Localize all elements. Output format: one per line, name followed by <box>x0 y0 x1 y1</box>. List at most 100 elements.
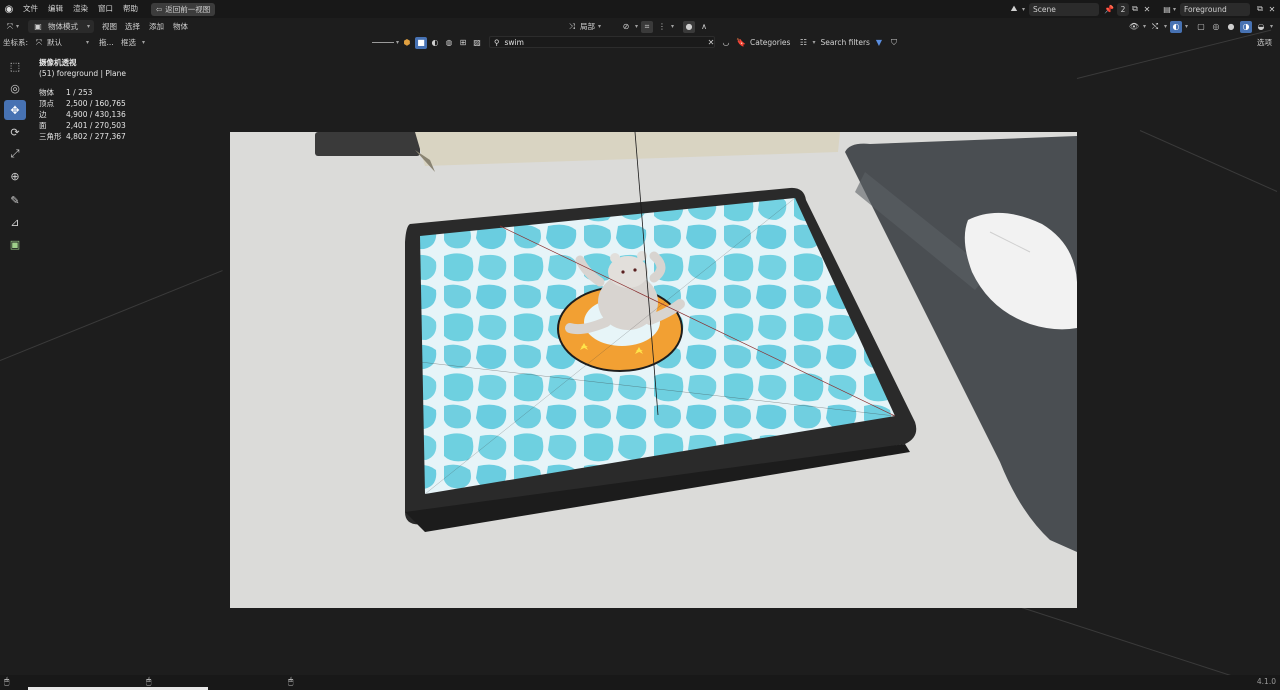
menu-select[interactable]: 选择 <box>125 18 140 35</box>
world-filter-icon[interactable]: ◍ <box>443 37 455 49</box>
proportional-edit-icon[interactable]: ● <box>683 20 696 33</box>
stat-row: 顶点 2,500 / 160,765 <box>39 98 126 109</box>
stat-value: 2,401 / 270,503 <box>66 121 126 130</box>
xray-icon[interactable]: ▢ <box>1195 21 1207 33</box>
menu-view[interactable]: 视图 <box>102 18 117 35</box>
chevron-down-icon[interactable]: ▾ <box>1022 6 1025 13</box>
search-value: swim <box>504 37 524 47</box>
chevron-down-icon[interactable]: ▾ <box>1185 23 1188 30</box>
options-dropdown[interactable]: 选项 <box>1257 35 1272 50</box>
shield-icon[interactable]: ⛉ <box>888 37 900 49</box>
annotate-icon: ✎ <box>10 193 20 207</box>
bookmark-icon[interactable]: 🔖 <box>735 37 747 49</box>
categories-button[interactable]: Categories <box>750 38 790 47</box>
blender-logo-icon[interactable]: ◉ <box>0 0 18 18</box>
stat-key: 顶点 <box>39 99 54 108</box>
move-icon: ✥ <box>10 103 20 117</box>
back-to-previous-button[interactable]: ⇦ 返回前一视图 <box>151 2 216 16</box>
pivot-dropdown[interactable]: ⤨ 局部 ▾ <box>566 18 601 35</box>
select-box-tool[interactable]: ⬚ <box>4 56 26 76</box>
clear-search-icon[interactable]: ✕ <box>705 37 717 49</box>
object-filter-icon[interactable]: ■ <box>415 36 428 49</box>
move-tool[interactable]: ✥ <box>4 100 26 120</box>
camera-view[interactable] <box>230 132 1077 608</box>
editor-type-button[interactable]: ⤧ ▾ <box>4 18 19 35</box>
chevron-down-icon[interactable]: ▾ <box>1143 23 1146 30</box>
pivot-label: 局部 <box>580 22 595 31</box>
search-filters-button[interactable]: Search filters <box>820 38 870 47</box>
gizmo-icon[interactable]: ⤭ <box>1149 21 1161 33</box>
snap-target-icon[interactable]: ⋮ <box>656 21 668 33</box>
transform-tool[interactable]: ⊕ <box>4 166 26 186</box>
solid-shading-icon[interactable]: ● <box>1225 21 1237 33</box>
chevron-down-icon[interactable]: ▾ <box>635 23 638 30</box>
duplicate-scene-icon[interactable]: ⧉ <box>1129 3 1141 15</box>
scene-name-field[interactable]: Scene <box>1028 2 1099 16</box>
coordinate-system-label: 坐标系: <box>3 38 29 47</box>
rotate-tool[interactable]: ⟳ <box>4 122 26 142</box>
asset-type-icon[interactable]: ⬢ <box>401 37 413 49</box>
chevron-down-icon[interactable]: ▾ <box>396 39 399 46</box>
stat-value: 4,900 / 430,136 <box>66 110 126 119</box>
coordinate-system-dropdown[interactable]: ⤧ 默认 ▾ <box>33 35 89 50</box>
stat-row: 物体 1 / 253 <box>39 87 126 98</box>
menu-help[interactable]: 帮助 <box>118 0 143 18</box>
scene-name: Scene <box>1032 4 1056 14</box>
material-filter-icon[interactable]: ◐ <box>429 37 441 49</box>
add-cube-tool[interactable]: ▣ <box>4 234 26 254</box>
select-mode-dropdown[interactable]: 框选 ▾ <box>121 35 145 50</box>
select-box-icon: ⬚ <box>9 59 21 73</box>
chevron-down-icon[interactable]: ▾ <box>1164 23 1167 30</box>
menu-render[interactable]: 渲染 <box>68 0 93 18</box>
image-filter-icon[interactable]: ▨ <box>471 37 483 49</box>
viewport-header: ⤧ ▾ ▣ 物体模式 ▾ 视图 选择 添加 物体 ⤨ 局部 ▾ ⊘ ▾ ⌗ ⋮ … <box>0 18 1280 35</box>
view-layer-icon[interactable]: ▤ <box>1161 3 1173 15</box>
match-case-icon[interactable]: ◡ <box>720 37 732 49</box>
chevron-down-icon[interactable]: ▾ <box>812 39 815 46</box>
visibility-icon[interactable]: 👁 <box>1128 21 1140 33</box>
menu-object[interactable]: 物体 <box>173 18 188 35</box>
snap-icon[interactable]: ⌗ <box>641 20 654 33</box>
menu-add[interactable]: 添加 <box>149 18 164 35</box>
toolbar-column: ⬚ ◎ ✥ ⟳ ⤢ ⊕ ✎ ⊿ ▣ <box>4 56 26 256</box>
view-title: 摄像机透视 <box>39 58 77 67</box>
close-scene-icon[interactable]: ✕ <box>1141 3 1153 15</box>
wireframe-shading-icon[interactable]: ◎ <box>1210 21 1222 33</box>
chevron-down-icon: ▾ <box>598 23 602 30</box>
falloff-icon[interactable]: ∧ <box>698 21 710 33</box>
transform-icon: ⊕ <box>10 169 20 183</box>
search-actions: ✕ ◡ 🔖 Categories ☷ ▾ Search filters ▼ ⛉ <box>705 35 900 50</box>
categories-list-icon[interactable]: ☷ <box>797 37 809 49</box>
menu-window[interactable]: 窗口 <box>93 0 118 18</box>
chevron-down-icon[interactable]: ▾ <box>671 23 674 30</box>
annotate-tool[interactable]: ✎ <box>4 190 26 210</box>
mode-dropdown[interactable]: ▣ 物体模式 ▾ <box>28 18 94 35</box>
stat-row: 边 4,900 / 430,136 <box>39 109 126 120</box>
scene-guide-line <box>1139 130 1278 192</box>
drag-dropdown[interactable]: 拖... <box>99 35 114 50</box>
close-layer-icon[interactable]: ✕ <box>1266 3 1278 15</box>
collection-filter-icon[interactable]: ⊞ <box>457 37 469 49</box>
mouse-left-icon: 🖱 <box>4 677 10 687</box>
scene-users-count[interactable]: 2 <box>1116 2 1129 16</box>
scale-tool[interactable]: ⤢ <box>4 144 26 164</box>
scene-selector-area: ⛰ ▾ Scene 📌 2 ⧉ ✕ ▤ ▾ Foreground ⧉ ✕ <box>1008 0 1280 18</box>
material-shading-icon[interactable]: ◑ <box>1240 20 1253 33</box>
overlays-icon[interactable]: ◐ <box>1170 20 1183 33</box>
scene-icon[interactable]: ⛰ <box>1008 3 1020 15</box>
chevron-down-icon[interactable]: ▾ <box>1173 6 1176 13</box>
filter-icon[interactable]: ▼ <box>873 37 885 49</box>
asset-search-input[interactable]: ⚲ swim <box>489 36 715 48</box>
keyboard-shadow <box>315 132 420 156</box>
cursor-icon: ◎ <box>10 81 20 95</box>
menu-edit[interactable]: 编辑 <box>43 0 68 18</box>
pivot-point-icon[interactable]: ⊘ <box>620 21 632 33</box>
scale-icon: ⤢ <box>10 147 20 160</box>
stat-key: 面 <box>39 121 47 130</box>
pin-icon[interactable]: 📌 <box>1103 3 1115 15</box>
view-layer-field[interactable]: Foreground <box>1180 2 1250 16</box>
duplicate-layer-icon[interactable]: ⧉ <box>1254 3 1266 15</box>
cursor-tool[interactable]: ◎ <box>4 78 26 98</box>
menu-file[interactable]: 文件 <box>18 0 43 18</box>
measure-tool[interactable]: ⊿ <box>4 212 26 232</box>
